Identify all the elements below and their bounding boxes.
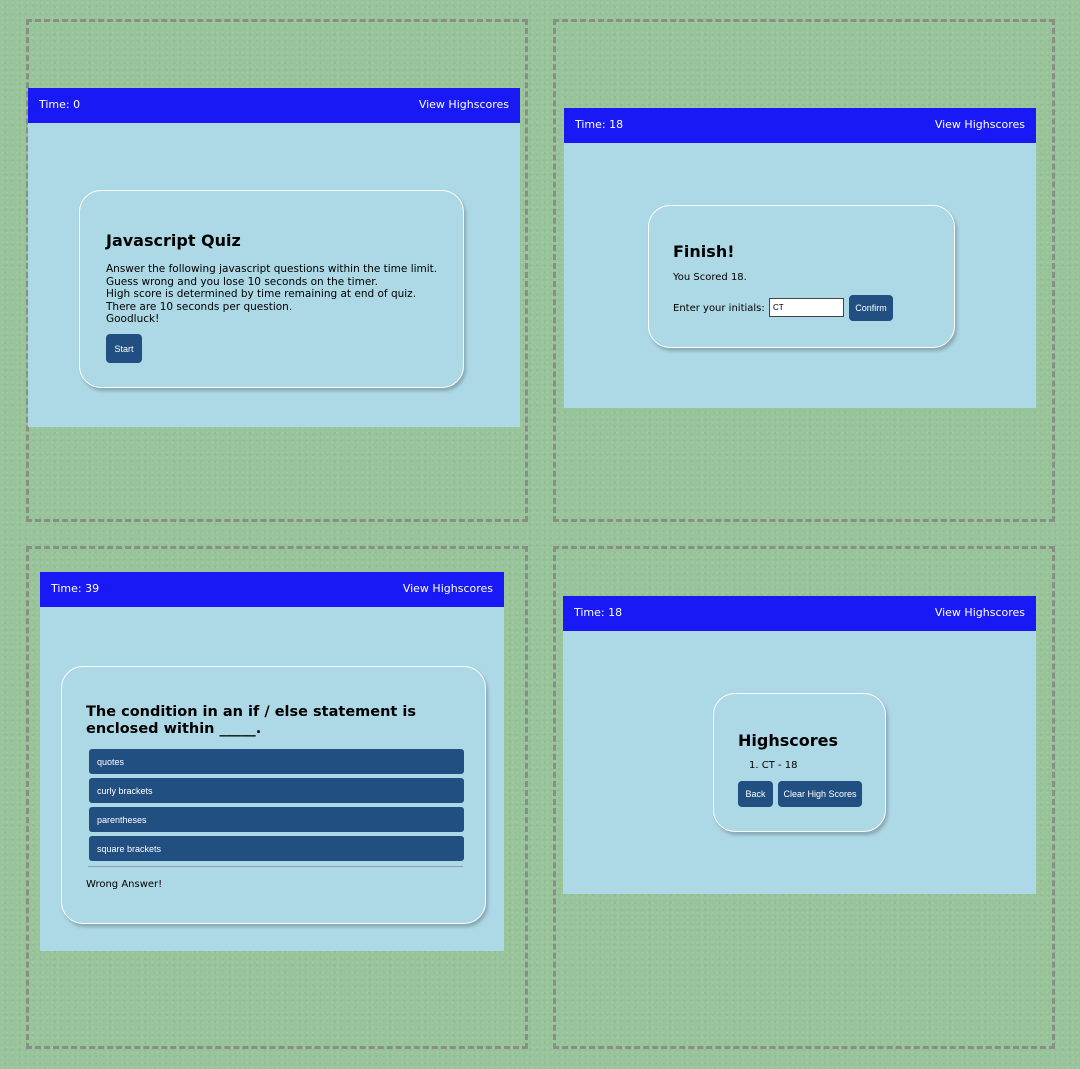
question-card: The condition in an if / else statement … — [61, 666, 486, 924]
answer-button[interactable]: square brackets — [89, 836, 464, 861]
header-bar: Time: 0 View Highscores — [28, 88, 520, 123]
question-text: The condition in an if / else statement … — [86, 704, 416, 738]
confirm-button[interactable]: Confirm — [849, 295, 893, 321]
highscores-screen: Time: 18 View Highscores Highscores 1. C… — [563, 596, 1036, 894]
divider — [88, 866, 463, 867]
instruction-line: There are 10 seconds per question. — [106, 300, 293, 313]
start-button[interactable]: Start — [106, 334, 142, 363]
instruction-line: Goodluck! — [106, 313, 160, 325]
instructions: Answer the following javascript question… — [106, 263, 437, 326]
quiz-title: Javascript Quiz — [106, 231, 241, 250]
highscores-title: Highscores — [738, 731, 838, 750]
header-bar: Time: 18 View Highscores — [564, 108, 1036, 143]
answer-button[interactable]: quotes — [89, 749, 464, 774]
feedback-text: Wrong Answer! — [86, 879, 163, 890]
timer-text: Time: 0 — [39, 98, 81, 111]
timer-text: Time: 18 — [574, 606, 623, 619]
start-card: Javascript Quiz Answer the following jav… — [79, 190, 464, 388]
header-bar: Time: 39 View Highscores — [40, 572, 504, 607]
highscore-entry: 1. CT - 18 — [749, 760, 798, 771]
header-bar: Time: 18 View Highscores — [563, 596, 1036, 631]
finish-card: Finish! You Scored 18. Enter your initia… — [648, 205, 955, 348]
view-highscores-link[interactable]: View Highscores — [403, 582, 493, 595]
clear-high-scores-button[interactable]: Clear High Scores — [778, 781, 862, 807]
answer-button[interactable]: curly brackets — [89, 778, 464, 803]
instruction-line: High score is determined by time remaini… — [106, 288, 417, 300]
view-highscores-link[interactable]: View Highscores — [419, 98, 509, 111]
back-button[interactable]: Back — [738, 781, 773, 807]
score-text: You Scored 18. — [673, 272, 747, 283]
finish-title: Finish! — [673, 242, 735, 261]
question-line: The condition in an if / else statement … — [86, 704, 417, 720]
initials-input[interactable] — [769, 298, 844, 317]
instruction-line: Answer the following javascript question… — [106, 263, 438, 275]
view-highscores-link[interactable]: View Highscores — [935, 606, 1025, 619]
start-screen: Time: 0 View Highscores Javascript Quiz … — [28, 88, 520, 427]
timer-text: Time: 18 — [575, 118, 624, 131]
instruction-line: Guess wrong and you lose 10 seconds on t… — [106, 275, 378, 288]
question-screen: Time: 39 View Highscores The condition i… — [40, 572, 504, 951]
view-highscores-link[interactable]: View Highscores — [935, 118, 1025, 131]
initials-label: Enter your initials: — [673, 303, 765, 314]
answer-button[interactable]: parentheses — [89, 807, 464, 832]
timer-text: Time: 39 — [51, 582, 100, 595]
question-line: enclosed within _____. — [86, 721, 262, 737]
finish-screen: Time: 18 View Highscores Finish! You Sco… — [564, 108, 1036, 408]
highscores-card: Highscores 1. CT - 18 Back Clear High Sc… — [713, 693, 886, 832]
